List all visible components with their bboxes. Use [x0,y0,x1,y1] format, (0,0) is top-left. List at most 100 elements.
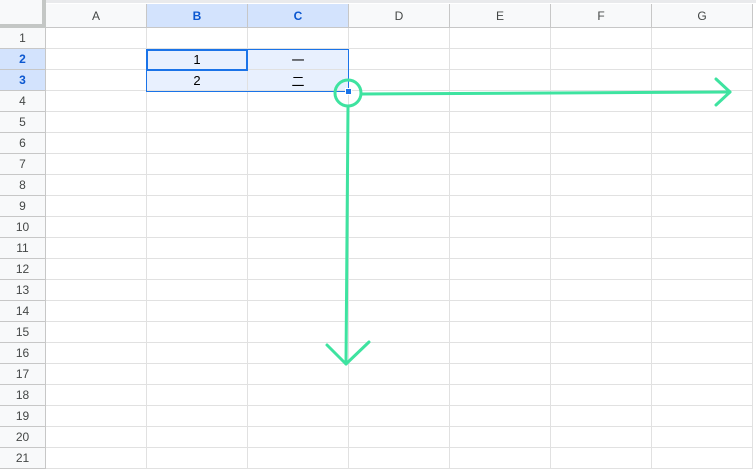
cell-G20[interactable] [652,427,753,448]
column-header-B[interactable]: B [147,4,248,28]
cell-F7[interactable] [551,154,652,175]
cell-D21[interactable] [349,448,450,469]
cell-A6[interactable] [46,133,147,154]
cell-F19[interactable] [551,406,652,427]
cell-E9[interactable] [450,196,551,217]
cell-E4[interactable] [450,91,551,112]
cell-E8[interactable] [450,175,551,196]
cell-B7[interactable] [147,154,248,175]
cell-E15[interactable] [450,322,551,343]
cell-D7[interactable] [349,154,450,175]
cell-E6[interactable] [450,133,551,154]
row-header-5[interactable]: 5 [0,112,46,133]
cell-B13[interactable] [147,280,248,301]
cell-A9[interactable] [46,196,147,217]
cell-E17[interactable] [450,364,551,385]
cell-D1[interactable] [349,28,450,49]
cell-G11[interactable] [652,238,753,259]
cell-A20[interactable] [46,427,147,448]
row-header-7[interactable]: 7 [0,154,46,175]
cell-C19[interactable] [248,406,349,427]
cell-A11[interactable] [46,238,147,259]
cell-C14[interactable] [248,301,349,322]
cell-F3[interactable] [551,70,652,91]
cell-D3[interactable] [349,70,450,91]
cell-B3[interactable]: 2 [147,70,248,91]
cell-A21[interactable] [46,448,147,469]
cell-C17[interactable] [248,364,349,385]
column-header-F[interactable]: F [551,4,652,28]
column-header-D[interactable]: D [349,4,450,28]
cell-C2[interactable]: 一 [248,49,349,70]
cell-E20[interactable] [450,427,551,448]
cell-B21[interactable] [147,448,248,469]
column-header-A[interactable]: A [46,4,147,28]
row-header-13[interactable]: 13 [0,280,46,301]
cell-G3[interactable] [652,70,753,91]
cell-B1[interactable] [147,28,248,49]
cell-D2[interactable] [349,49,450,70]
cell-B2[interactable]: 1 [147,49,248,70]
cell-F5[interactable] [551,112,652,133]
cell-D18[interactable] [349,385,450,406]
cell-E1[interactable] [450,28,551,49]
cell-C7[interactable] [248,154,349,175]
cell-E18[interactable] [450,385,551,406]
cell-A4[interactable] [46,91,147,112]
cell-D6[interactable] [349,133,450,154]
cell-C13[interactable] [248,280,349,301]
cell-C9[interactable] [248,196,349,217]
cell-A1[interactable] [46,28,147,49]
row-header-18[interactable]: 18 [0,385,46,406]
cell-C11[interactable] [248,238,349,259]
cell-B11[interactable] [147,238,248,259]
cell-G14[interactable] [652,301,753,322]
cell-A13[interactable] [46,280,147,301]
cell-B8[interactable] [147,175,248,196]
cell-B19[interactable] [147,406,248,427]
cell-F1[interactable] [551,28,652,49]
row-header-16[interactable]: 16 [0,343,46,364]
cell-D20[interactable] [349,427,450,448]
cell-D12[interactable] [349,259,450,280]
cell-A12[interactable] [46,259,147,280]
cell-G4[interactable] [652,91,753,112]
cell-E2[interactable] [450,49,551,70]
cell-C3[interactable]: 二 [248,70,349,91]
cell-D8[interactable] [349,175,450,196]
cell-B6[interactable] [147,133,248,154]
cell-C12[interactable] [248,259,349,280]
row-header-20[interactable]: 20 [0,427,46,448]
cell-G21[interactable] [652,448,753,469]
cell-E12[interactable] [450,259,551,280]
row-header-8[interactable]: 8 [0,175,46,196]
cell-D17[interactable] [349,364,450,385]
row-header-11[interactable]: 11 [0,238,46,259]
cell-G7[interactable] [652,154,753,175]
cell-C16[interactable] [248,343,349,364]
row-header-6[interactable]: 6 [0,133,46,154]
cell-F17[interactable] [551,364,652,385]
row-header-12[interactable]: 12 [0,259,46,280]
cell-F10[interactable] [551,217,652,238]
row-header-2[interactable]: 2 [0,49,46,70]
cell-E13[interactable] [450,280,551,301]
cell-C4[interactable] [248,91,349,112]
cell-E19[interactable] [450,406,551,427]
row-header-21[interactable]: 21 [0,448,46,469]
row-header-15[interactable]: 15 [0,322,46,343]
cell-G13[interactable] [652,280,753,301]
row-header-14[interactable]: 14 [0,301,46,322]
cell-D9[interactable] [349,196,450,217]
cell-A10[interactable] [46,217,147,238]
cell-B16[interactable] [147,343,248,364]
row-header-10[interactable]: 10 [0,217,46,238]
cell-G19[interactable] [652,406,753,427]
cell-F16[interactable] [551,343,652,364]
cell-A5[interactable] [46,112,147,133]
cell-G15[interactable] [652,322,753,343]
cell-G17[interactable] [652,364,753,385]
cell-F15[interactable] [551,322,652,343]
row-header-17[interactable]: 17 [0,364,46,385]
cell-A15[interactable] [46,322,147,343]
